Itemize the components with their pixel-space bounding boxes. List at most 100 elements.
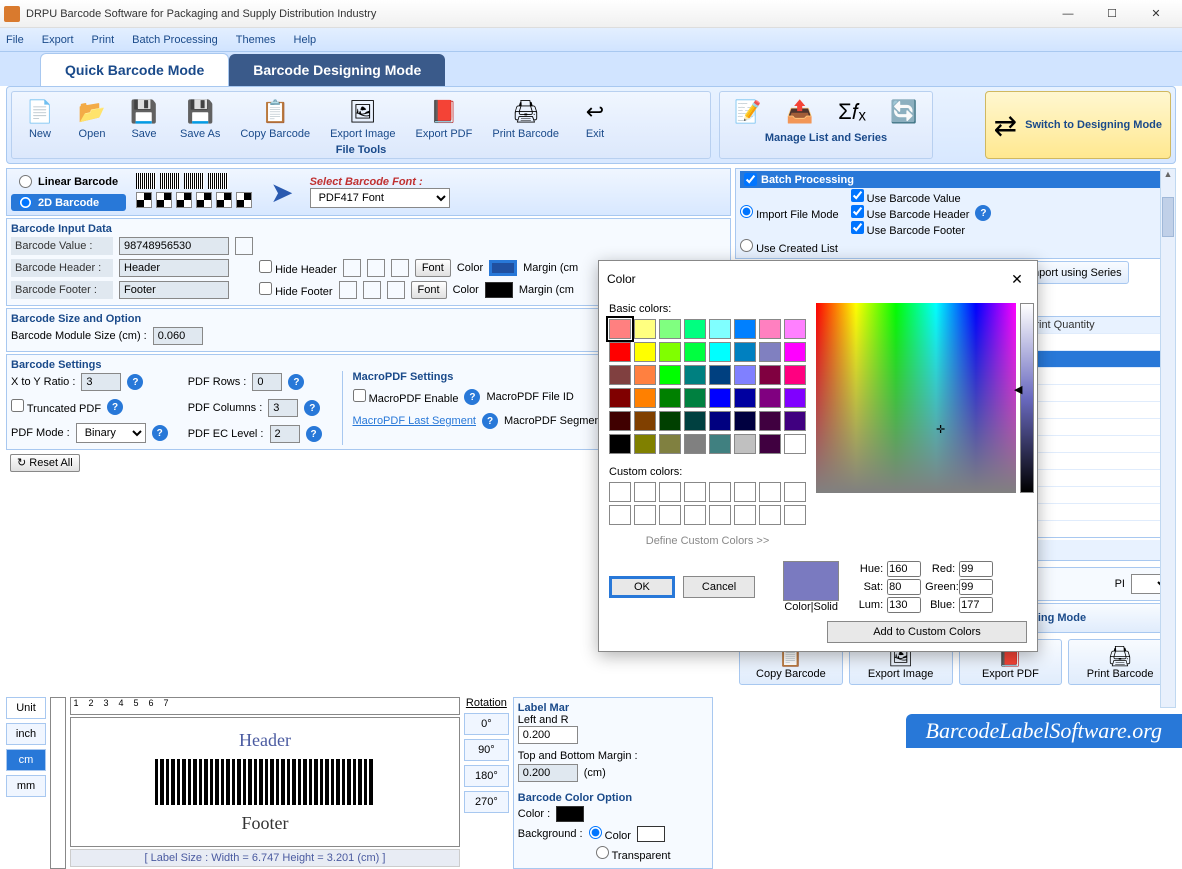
color-swatch[interactable] [709, 411, 731, 431]
manage-b4[interactable]: 🔄 [880, 94, 928, 130]
help-icon[interactable]: ? [482, 413, 498, 429]
custom-swatch[interactable] [684, 505, 706, 525]
menu-print[interactable]: Print [92, 34, 115, 46]
color-swatch[interactable] [684, 342, 706, 362]
color-swatch[interactable] [734, 319, 756, 339]
tab-designing[interactable]: Barcode Designing Mode [229, 54, 445, 86]
use-bv-check[interactable]: Use Barcode Value [851, 189, 970, 205]
color-swatch[interactable] [734, 434, 756, 454]
unit-inch[interactable]: inch [6, 723, 46, 745]
help-icon[interactable]: ? [152, 425, 168, 441]
ok-button[interactable]: OK [609, 576, 675, 598]
color-swatch[interactable] [659, 365, 681, 385]
color-swatch[interactable] [784, 342, 806, 362]
align-left-button[interactable] [343, 259, 361, 277]
custom-swatch[interactable] [709, 505, 731, 525]
tab-quick-barcode[interactable]: Quick Barcode Mode [40, 53, 229, 86]
color-swatch[interactable] [609, 388, 631, 408]
color-swatch[interactable] [684, 388, 706, 408]
color-swatch[interactable] [684, 411, 706, 431]
custom-swatch[interactable] [734, 482, 756, 502]
green-input[interactable] [959, 579, 993, 595]
color-swatch[interactable] [784, 319, 806, 339]
custom-swatch[interactable] [684, 482, 706, 502]
custom-swatch[interactable] [734, 505, 756, 525]
reset-all-button[interactable]: ↻ Reset All [10, 454, 80, 472]
custom-swatch[interactable] [759, 505, 781, 525]
color-swatch[interactable] [734, 411, 756, 431]
color-swatch[interactable] [759, 411, 781, 431]
print-barcode-button[interactable]: 🖨Print Barcode [484, 94, 567, 142]
rot-180[interactable]: 180° [464, 765, 509, 787]
color-swatch[interactable] [784, 388, 806, 408]
custom-swatch[interactable] [759, 482, 781, 502]
color-swatch[interactable] [634, 319, 656, 339]
color-swatch[interactable] [609, 342, 631, 362]
color-swatch[interactable] [709, 319, 731, 339]
color-swatch[interactable] [634, 388, 656, 408]
import-file-radio[interactable]: Import File Mode [740, 205, 839, 221]
manage-b1[interactable]: 📝 [724, 94, 772, 130]
color-swatch[interactable] [659, 319, 681, 339]
custom-swatch[interactable] [609, 505, 631, 525]
bv-expand-button[interactable] [235, 237, 253, 255]
help-icon[interactable]: ? [975, 205, 991, 221]
close-button[interactable]: ✕ [1134, 4, 1178, 24]
open-button[interactable]: 📂Open [68, 94, 116, 142]
xy-ratio-input[interactable] [81, 373, 121, 391]
unit-cm[interactable]: cm [6, 749, 46, 771]
new-button[interactable]: 📄New [16, 94, 64, 142]
color-swatch[interactable] [734, 365, 756, 385]
save-as-button[interactable]: 💾Save As [172, 94, 228, 142]
help-icon[interactable]: ? [107, 399, 123, 415]
align-right-button-2[interactable] [387, 281, 405, 299]
luminance-bar[interactable] [1020, 303, 1034, 493]
pdf-rows-input[interactable] [252, 373, 282, 391]
color-swatch[interactable] [784, 365, 806, 385]
color-swatch[interactable] [759, 319, 781, 339]
vertical-scrollbar[interactable]: ▲ [1160, 168, 1176, 708]
color-swatch[interactable] [659, 342, 681, 362]
unit-mm[interactable]: mm [6, 775, 46, 797]
barcode-header-input[interactable] [119, 259, 229, 277]
pdf-cols-input[interactable] [268, 399, 298, 417]
rot-90[interactable]: 90° [464, 739, 509, 761]
rot-0[interactable]: 0° [464, 713, 509, 735]
menu-export[interactable]: Export [42, 34, 74, 46]
color-swatch[interactable] [634, 365, 656, 385]
color-swatch[interactable] [709, 365, 731, 385]
sat-input[interactable] [887, 579, 921, 595]
header-color-button[interactable] [489, 260, 517, 276]
module-size-input[interactable] [153, 327, 203, 345]
bg-color-radio[interactable]: Color [589, 826, 631, 842]
menu-themes[interactable]: Themes [236, 34, 276, 46]
use-bf-check[interactable]: Use Barcode Footer [851, 221, 970, 237]
header-font-button[interactable]: Font [415, 259, 451, 277]
macro-enable-check[interactable]: MacroPDF Enable [353, 389, 459, 405]
color-swatch[interactable] [709, 388, 731, 408]
color-swatch[interactable] [634, 411, 656, 431]
color-swatch[interactable] [609, 411, 631, 431]
add-custom-button[interactable]: Add to Custom Colors [827, 621, 1027, 643]
align-center-button-2[interactable] [363, 281, 381, 299]
color-swatch[interactable] [659, 388, 681, 408]
custom-swatch[interactable] [784, 505, 806, 525]
color-swatch[interactable] [609, 319, 631, 339]
barcode-color-button[interactable] [556, 806, 584, 822]
export-image-button[interactable]: 🖼Export Image [322, 94, 403, 142]
color-swatch[interactable] [759, 342, 781, 362]
footer-font-button[interactable]: Font [411, 281, 447, 299]
color-swatch[interactable] [684, 319, 706, 339]
pdf-mode-select[interactable]: Binary [76, 423, 146, 443]
color-swatch[interactable] [659, 411, 681, 431]
copy-barcode-button[interactable]: 📋Copy Barcode [232, 94, 318, 142]
color-swatch[interactable] [684, 365, 706, 385]
minimize-button[interactable]: — [1046, 4, 1090, 24]
rot-270[interactable]: 270° [464, 791, 509, 813]
bg-trans-radio[interactable]: Transparent [596, 846, 671, 862]
color-swatch[interactable] [634, 342, 656, 362]
menu-batch[interactable]: Batch Processing [132, 34, 218, 46]
hue-input[interactable] [887, 561, 921, 577]
menu-file[interactable]: File [6, 34, 24, 46]
hide-footer-check[interactable]: Hide Footer [259, 282, 333, 298]
